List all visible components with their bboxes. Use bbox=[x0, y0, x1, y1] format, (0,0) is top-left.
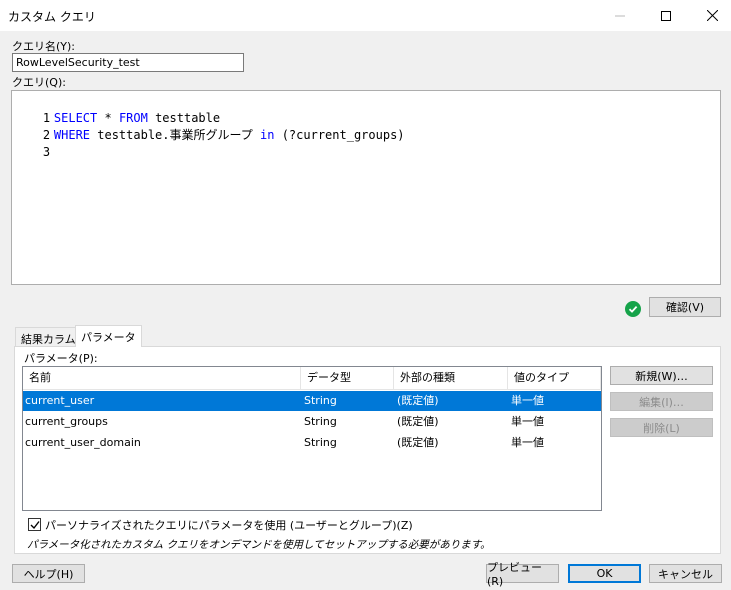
sql-text: testtable.事業所グループ bbox=[90, 128, 261, 142]
sql-keyword: WHERE bbox=[53, 128, 91, 142]
cell-data-type: String bbox=[304, 415, 337, 428]
query-name-label: クエリ名(Y): bbox=[12, 40, 76, 53]
table-header: 名前 データ型 外部の種類 値のタイプ bbox=[23, 367, 601, 390]
parameter-note: パラメータ化されたカスタム クエリをオンデマンドを使用してセットアップする必要が… bbox=[27, 539, 491, 551]
delete-parameter-button[interactable]: 削除(L) bbox=[610, 418, 713, 437]
new-parameter-button[interactable]: 新規(W)… bbox=[610, 366, 713, 385]
code-line: 1 SELECT * FROM testtable bbox=[14, 93, 220, 125]
table-row[interactable]: current_user_domain String (既定値) 単一値 bbox=[23, 433, 601, 453]
cell-value-type: 単一値 bbox=[511, 436, 544, 449]
personalize-checkbox[interactable] bbox=[28, 518, 41, 531]
column-header-value-type[interactable]: 値のタイプ bbox=[508, 367, 601, 389]
verify-button[interactable]: 確認(V) bbox=[649, 297, 721, 317]
query-editor[interactable]: 1 SELECT * FROM testtable 2 WHERE testtabl… bbox=[11, 90, 721, 285]
cell-external-type: (既定値) bbox=[397, 436, 439, 449]
cell-name: current_user_domain bbox=[25, 436, 141, 449]
check-circle-icon bbox=[625, 301, 641, 317]
maximize-icon[interactable] bbox=[643, 0, 689, 31]
ok-button[interactable]: OK bbox=[568, 564, 641, 583]
cell-name: current_user bbox=[25, 394, 95, 407]
sql-text: (?current_groups) bbox=[274, 128, 405, 142]
edit-parameter-button[interactable]: 編集(I)… bbox=[610, 392, 713, 411]
preview-button[interactable]: プレビュー(R) bbox=[486, 561, 559, 588]
cell-value-type: 単一値 bbox=[511, 415, 544, 428]
column-header-data-type[interactable]: データ型 bbox=[301, 367, 394, 389]
query-label: クエリ(Q): bbox=[12, 76, 66, 89]
personalize-checkbox-label[interactable]: パーソナライズされたクエリにパラメータを使用 (ユーザーとグループ)(Z) bbox=[45, 517, 413, 533]
cell-value-type: 単一値 bbox=[511, 394, 544, 407]
close-icon[interactable] bbox=[689, 0, 731, 31]
table-row[interactable]: current_groups String (既定値) 単一値 bbox=[23, 412, 601, 432]
cell-external-type: (既定値) bbox=[397, 415, 439, 428]
tab-parameters[interactable]: パラメータ bbox=[75, 325, 142, 347]
code-line: 2 WHERE testtable.事業所グループ in (?current_gr… bbox=[14, 110, 405, 142]
checkmark-icon bbox=[30, 520, 40, 529]
cell-name: current_groups bbox=[25, 415, 108, 428]
window-title: カスタム クエリ bbox=[8, 10, 96, 24]
table-row[interactable]: current_user String (既定値) 単一値 bbox=[23, 391, 601, 411]
help-button[interactable]: ヘルプ(H) bbox=[12, 564, 85, 583]
cell-external-type: (既定値) bbox=[397, 394, 439, 407]
cell-data-type: String bbox=[304, 436, 337, 449]
cell-data-type: String bbox=[304, 394, 337, 407]
tab-result-columns[interactable]: 結果カラム bbox=[15, 327, 82, 347]
parameters-label: パラメータ(P): bbox=[24, 352, 98, 365]
query-name-input[interactable]: RowLevelSecurity_test bbox=[12, 53, 244, 72]
code-line: 3 bbox=[14, 127, 54, 159]
line-number: 3 bbox=[42, 145, 51, 159]
sql-keyword: in bbox=[260, 128, 275, 142]
column-header-external-type[interactable]: 外部の種類 bbox=[394, 367, 508, 389]
parameters-table[interactable]: 名前 データ型 外部の種類 値のタイプ current_user String … bbox=[22, 366, 602, 511]
minimize-icon bbox=[597, 0, 643, 31]
column-header-name[interactable]: 名前 bbox=[23, 367, 301, 389]
cancel-button[interactable]: キャンセル bbox=[649, 564, 722, 583]
